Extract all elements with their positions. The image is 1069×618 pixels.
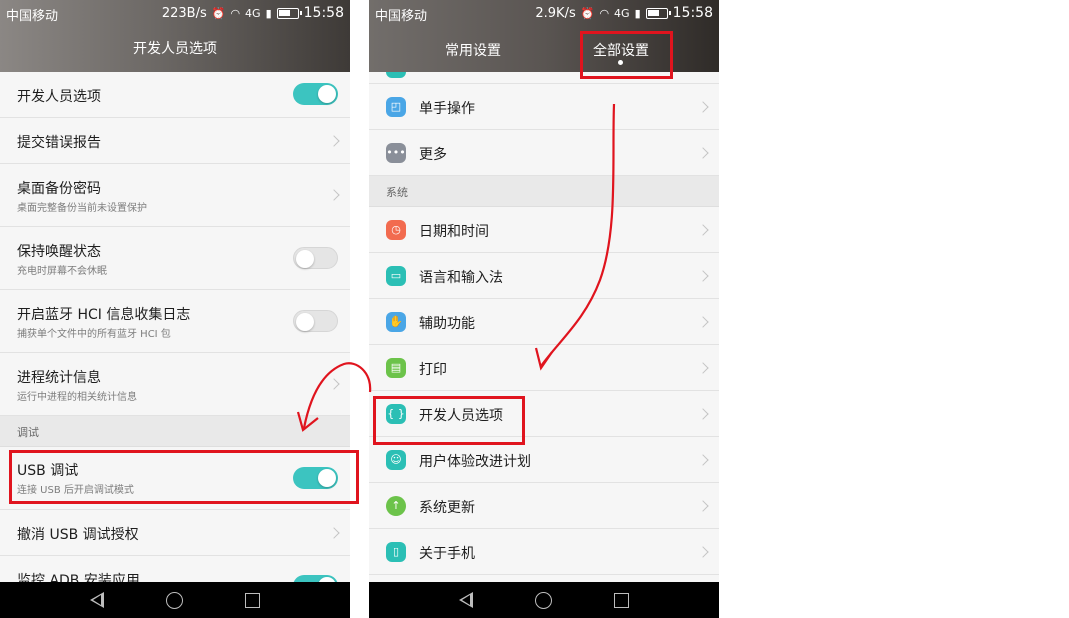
arrow-to-developer-options (540, 103, 616, 367)
annotation-arrows (296, 103, 616, 432)
arrow-head-developer-options (534, 347, 553, 371)
arrow-to-usb-debugging (302, 362, 372, 429)
